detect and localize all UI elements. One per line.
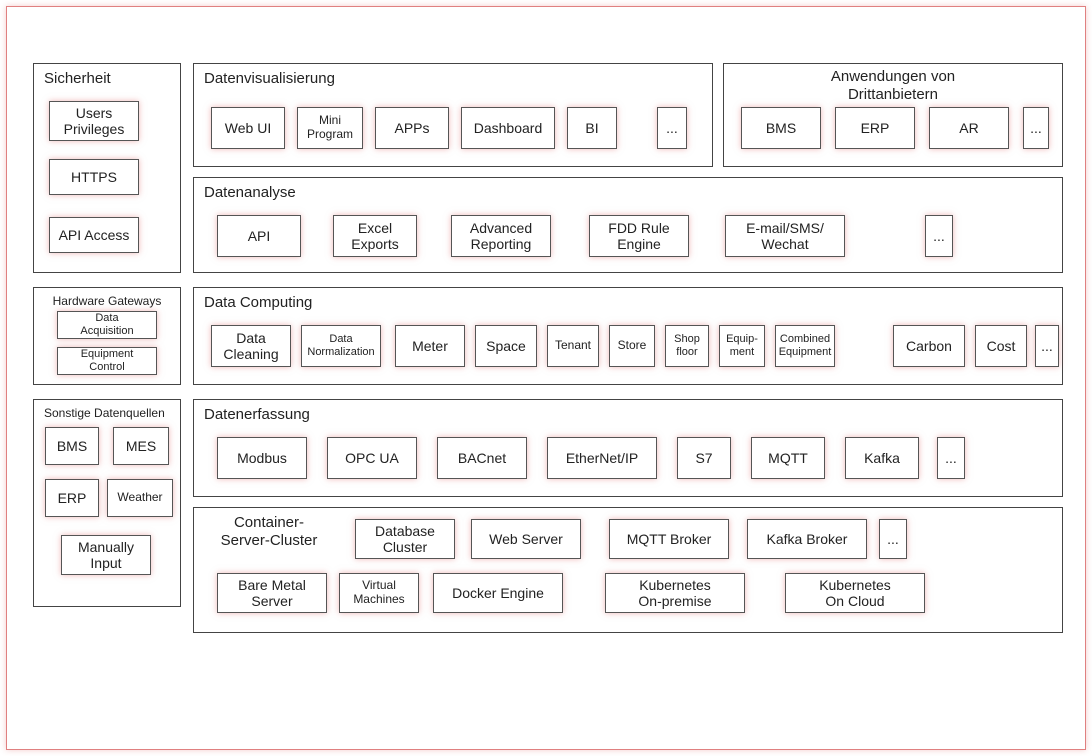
box-erp-tp: ERP xyxy=(835,107,915,149)
panel-title-gateways: Hardware Gateways xyxy=(44,294,170,308)
box-fdd-rule-engine: FDD Rule Engine xyxy=(589,215,689,257)
box-virtual-machines: Virtual Machines xyxy=(339,573,419,613)
box-tenant: Tenant xyxy=(547,325,599,367)
panel-title-security: Sicherheit xyxy=(44,70,170,88)
box-weather-src: Weather xyxy=(107,479,173,517)
box-mini-program: Mini Program xyxy=(297,107,363,149)
box-email-sms-wechat: E-mail/SMS/ Wechat xyxy=(725,215,845,257)
box-users-privileges: Users Privileges xyxy=(49,101,139,141)
box-tp-more: ... xyxy=(1023,107,1049,149)
box-advanced-reporting: Advanced Reporting xyxy=(451,215,551,257)
box-meter: Meter xyxy=(395,325,465,367)
diagram-frame: Sicherheit Users Privileges HTTPS API Ac… xyxy=(6,6,1086,750)
box-mqtt: MQTT xyxy=(751,437,825,479)
box-https: HTTPS xyxy=(49,159,139,195)
panel-title-acquisition: Datenerfassung xyxy=(204,406,1052,424)
box-bms-src: BMS xyxy=(45,427,99,465)
box-k8s-onprem: Kubernetes On-premise xyxy=(605,573,745,613)
box-shop-floor: Shop floor xyxy=(665,325,709,367)
box-viz-more: ... xyxy=(657,107,687,149)
box-apps: APPs xyxy=(375,107,449,149)
box-equipment-control: Equipment Control xyxy=(57,347,157,375)
box-k8s-cloud: Kubernetes On Cloud xyxy=(785,573,925,613)
box-equipment: Equip- ment xyxy=(719,325,765,367)
box-web-ui: Web UI xyxy=(211,107,285,149)
box-kafka-broker: Kafka Broker xyxy=(747,519,867,559)
panel-title-analysis: Datenanalyse xyxy=(204,184,1052,202)
box-database-cluster: Database Cluster xyxy=(355,519,455,559)
box-kafka: Kafka xyxy=(845,437,919,479)
box-space: Space xyxy=(475,325,537,367)
panel-title-computing: Data Computing xyxy=(204,294,1052,312)
box-analysis-more: ... xyxy=(925,215,953,257)
box-data-cleaning: Data Cleaning xyxy=(211,325,291,367)
box-api: API xyxy=(217,215,301,257)
box-acq-more: ... xyxy=(937,437,965,479)
box-cost: Cost xyxy=(975,325,1027,367)
panel-title-thirdparty: Anwendungen von Drittanbietern xyxy=(734,68,1052,104)
box-ethernetip: EtherNet/IP xyxy=(547,437,657,479)
box-cluster-row1-more: ... xyxy=(879,519,907,559)
box-bare-metal: Bare Metal Server xyxy=(217,573,327,613)
box-mes-src: MES xyxy=(113,427,169,465)
box-dashboard: Dashboard xyxy=(461,107,555,149)
box-combined-equipment: Combined Equipment xyxy=(775,325,835,367)
panel-title-cluster: Container- Server-Cluster xyxy=(204,514,334,550)
box-computing-more: ... xyxy=(1035,325,1059,367)
box-opcua: OPC UA xyxy=(327,437,417,479)
box-data-normalization: Data Normalization xyxy=(301,325,381,367)
box-web-server: Web Server xyxy=(471,519,581,559)
box-docker-engine: Docker Engine xyxy=(433,573,563,613)
box-ar-tp: AR xyxy=(929,107,1009,149)
box-manual-input: Manually Input xyxy=(61,535,151,575)
box-store: Store xyxy=(609,325,655,367)
panel-title-othersources: Sonstige Datenquellen xyxy=(44,406,170,420)
box-data-acquisition: Data Acquisition xyxy=(57,311,157,339)
box-bacnet: BACnet xyxy=(437,437,527,479)
box-api-access: API Access xyxy=(49,217,139,253)
box-mqtt-broker: MQTT Broker xyxy=(609,519,729,559)
panel-title-visualization: Datenvisualisierung xyxy=(204,70,702,88)
box-bi: BI xyxy=(567,107,617,149)
box-modbus: Modbus xyxy=(217,437,307,479)
box-excel-exports: Excel Exports xyxy=(333,215,417,257)
box-s7: S7 xyxy=(677,437,731,479)
box-erp-src: ERP xyxy=(45,479,99,517)
box-carbon: Carbon xyxy=(893,325,965,367)
box-bms-tp: BMS xyxy=(741,107,821,149)
